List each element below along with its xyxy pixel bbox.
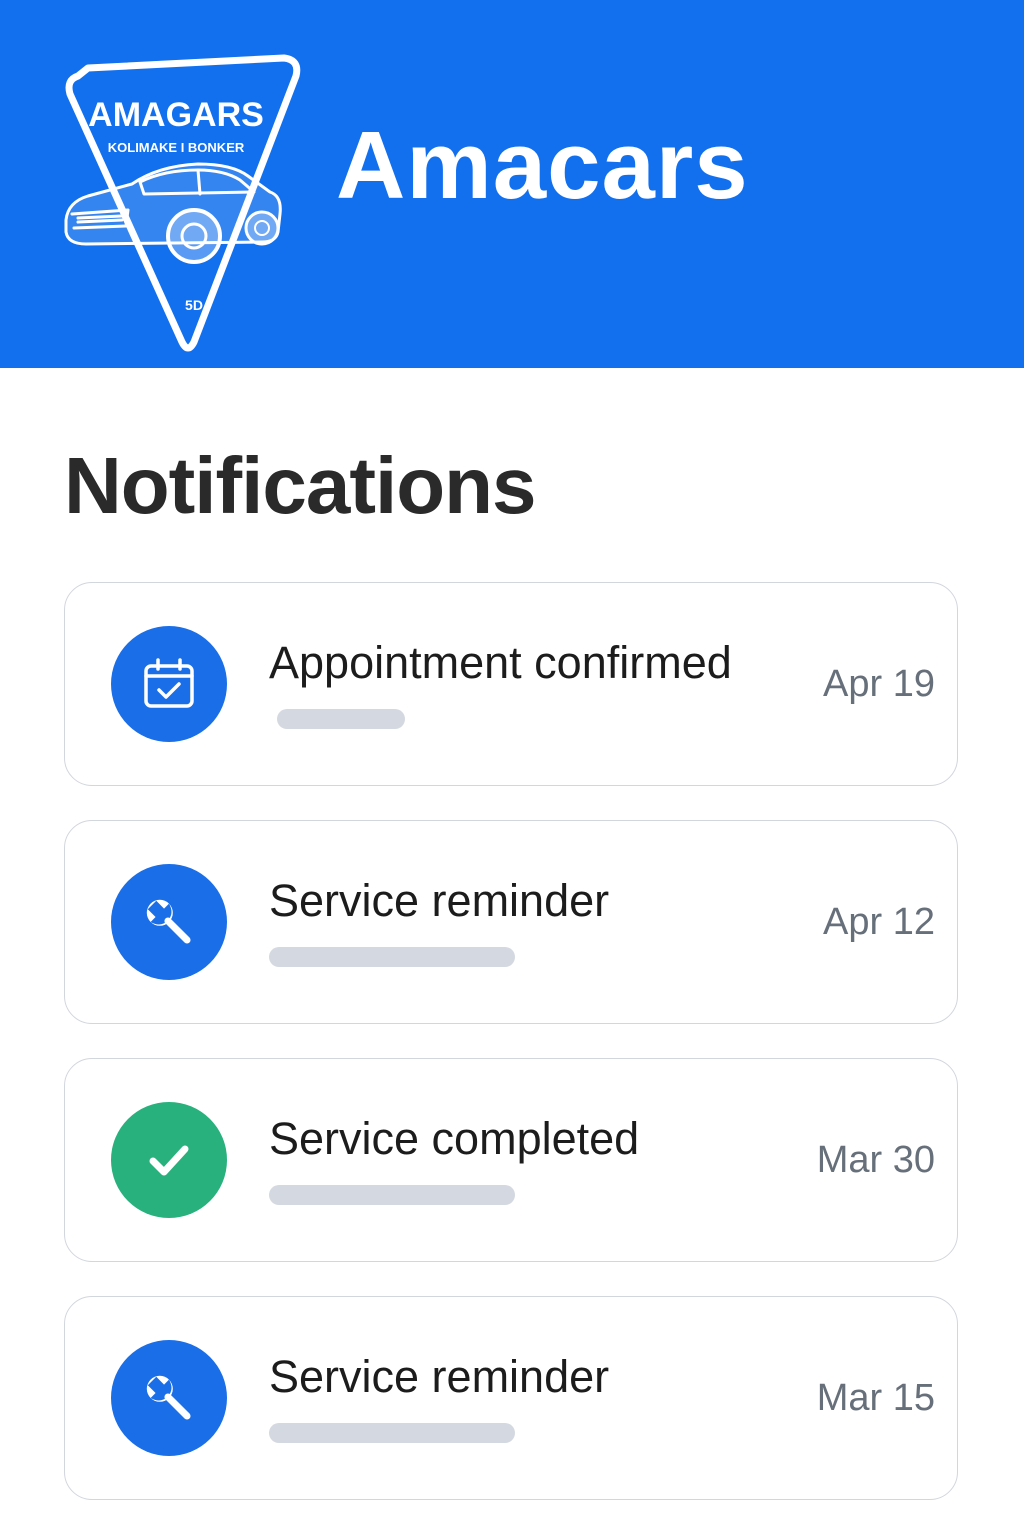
page-title: Notifications — [64, 441, 536, 530]
app-title: Amacars — [336, 112, 749, 219]
notification-card[interactable]: Service completed Mar 30 — [64, 1058, 958, 1262]
checkmark-icon — [111, 1102, 227, 1218]
notification-date: Mar 15 — [816, 1377, 935, 1419]
notification-subtext-placeholder — [269, 1185, 515, 1205]
notification-card[interactable]: Appointment confirmed Apr 19 — [64, 582, 958, 786]
notification-title: Service reminder — [269, 1351, 610, 1402]
svg-text:KOLIMAKE I BONKER: KOLIMAKE I BONKER — [108, 140, 245, 155]
amacars-logo: AMAGARS KOLIMAKE I BONKER 5D — [58, 46, 304, 356]
notification-subtext-placeholder — [277, 709, 405, 729]
notification-card[interactable]: Service reminder Mar 15 — [64, 1296, 958, 1500]
notification-card[interactable]: Service reminder Apr 12 — [64, 820, 958, 1024]
app-header: AMAGARS KOLIMAKE I BONKER 5D Amacars — [0, 0, 1024, 368]
notification-title: Service reminder — [269, 875, 610, 926]
notification-date: Apr 19 — [823, 663, 935, 705]
wrench-icon — [111, 1340, 227, 1456]
wrench-icon — [111, 864, 227, 980]
calendar-check-icon — [111, 626, 227, 742]
notification-title: Appointment confirmed — [269, 637, 732, 688]
notification-date: Mar 30 — [816, 1139, 935, 1181]
notification-subtext-placeholder — [269, 947, 515, 967]
svg-text:5D: 5D — [185, 297, 203, 313]
notification-date: Apr 12 — [823, 901, 935, 943]
notification-subtext-placeholder — [269, 1423, 515, 1443]
svg-text:AMAGARS: AMAGARS — [88, 96, 264, 134]
notification-title: Service completed — [269, 1113, 640, 1164]
notification-list: Appointment confirmed Apr 19 Service rem… — [64, 582, 960, 1534]
